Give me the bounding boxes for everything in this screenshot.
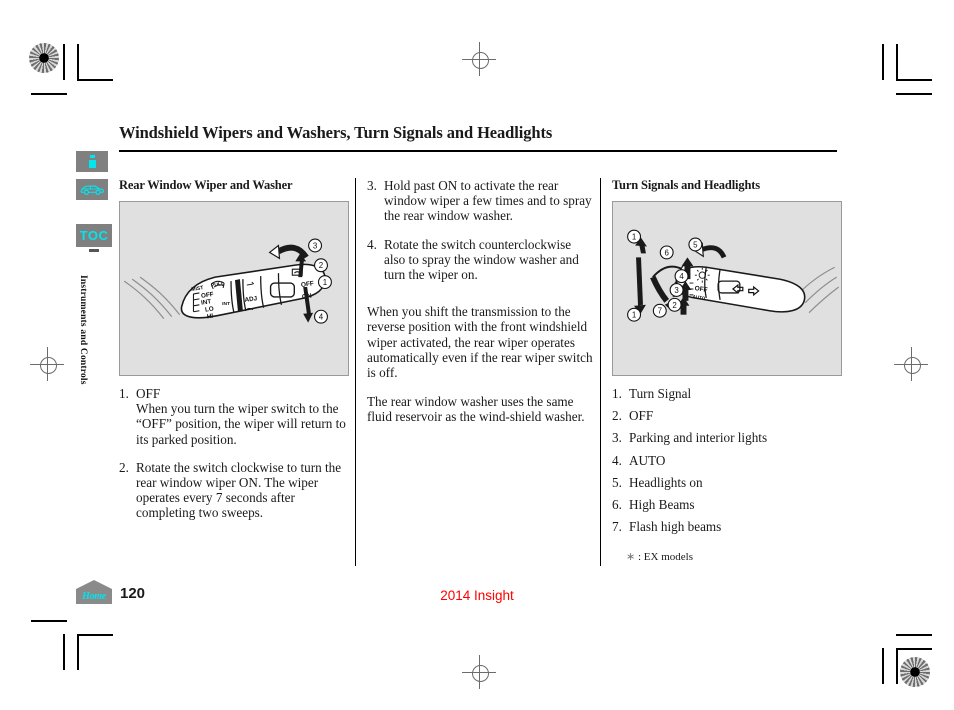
list-item: 3. Parking and interior lights — [612, 430, 842, 445]
svg-text:2: 2 — [672, 301, 676, 310]
column1-heading: Rear Window Wiper and Washer — [119, 178, 293, 192]
list-text: Rotate the switch clockwise to turn the … — [136, 459, 342, 521]
list-index: 2. — [612, 408, 622, 424]
crop-mark-bottom-right-corner-h — [896, 648, 932, 650]
crop-mark-top-right-lower-h — [896, 93, 932, 95]
list-text: AUTO — [629, 452, 666, 468]
crop-mark-top-left-lower-h — [31, 93, 67, 95]
list-text: High Beams — [629, 497, 695, 513]
svg-text:3: 3 — [313, 241, 318, 250]
registration-rosette-top-left — [29, 43, 59, 73]
title-divider — [119, 150, 837, 152]
list-index: 2. — [119, 459, 129, 475]
list-item: 5. Headlights on — [612, 475, 842, 490]
column-wiper-notes: 3. Hold past ON to activate the rear wind… — [367, 178, 595, 439]
list-text: Rotate the switch counterclockwise also … — [384, 236, 579, 283]
crop-mark-bottom-left-vertical — [63, 634, 65, 670]
svg-text:3: 3 — [674, 286, 679, 295]
list-item: 4. AUTO — [612, 453, 842, 468]
page-title: Windshield Wipers and Washers, Turn Sign… — [119, 123, 553, 142]
column3-list: 1. Turn Signal 2. OFF 3. Parking and interi… — [612, 386, 842, 534]
footnote-marker: ∗ — [626, 551, 636, 564]
svg-text:1: 1 — [323, 278, 327, 287]
registration-crosshair-bottom-center — [462, 655, 496, 689]
list-index: 5. — [612, 474, 622, 490]
svg-text:2: 2 — [319, 261, 323, 270]
model-year-line: 2014 Insight — [440, 588, 514, 603]
svg-text:4: 4 — [319, 313, 324, 322]
registration-crosshair-mid-right — [894, 347, 928, 381]
list-item: 3. Hold past ON to activate the rear wind… — [367, 178, 595, 224]
list-text: OFF — [629, 408, 654, 424]
sidebar-item-vehicle[interactable] — [76, 179, 108, 200]
column2-list: 3. Hold past ON to activate the rear wind… — [367, 178, 595, 282]
list-item: 4. Rotate the switch counterclockwise als… — [367, 237, 595, 283]
list-index: 1. — [119, 386, 129, 401]
list-item: 2. OFF — [612, 408, 842, 423]
list-index: 7. — [612, 519, 622, 535]
crop-mark-bottom-right-upper-h — [896, 634, 932, 636]
registration-crosshair-top-center — [462, 42, 496, 76]
crop-mark-top-right-corner-h — [896, 79, 932, 81]
crop-mark-bottom-left-upper-h — [31, 620, 67, 622]
column-turn-signals: Turn Signals and Headlights OFF AUTO 1 1… — [612, 178, 842, 563]
section-tab-label: Instruments and Controls — [78, 275, 88, 385]
svg-text:1: 1 — [632, 233, 636, 242]
footnote: ∗: EX models — [612, 550, 842, 563]
info-icon — [88, 155, 96, 168]
svg-text:1: 1 — [632, 311, 636, 320]
crop-mark-top-left-vertical — [63, 44, 65, 80]
car-icon — [80, 185, 104, 195]
registration-crosshair-mid-left — [30, 347, 64, 381]
column2-paragraph-2: The rear window washer uses the same flu… — [367, 394, 585, 425]
list-index: 1. — [612, 386, 622, 401]
column-divider-left — [355, 178, 356, 566]
crop-mark-top-left-corner-h — [77, 79, 113, 81]
list-index: 4. — [367, 236, 377, 252]
list-item: 2. Rotate the switch clockwise to turn th… — [119, 460, 349, 521]
sidebar: TOC — [76, 151, 112, 254]
list-item: 1. Turn Signal — [612, 386, 842, 401]
svg-text:6: 6 — [665, 248, 670, 257]
crop-mark-bottom-right-corner-v — [896, 648, 898, 684]
crop-mark-bottom-left-corner-v — [77, 634, 79, 670]
registration-rosette-bottom-right — [900, 657, 930, 687]
column2-paragraph-1: When you shift the transmission to the r… — [367, 304, 593, 381]
list-item: 7. Flash high beams — [612, 519, 842, 534]
column3-heading: Turn Signals and Headlights — [612, 178, 760, 192]
column1-list: 1. OFF When you turn the wiper switch to … — [119, 386, 349, 521]
list-index: 3. — [612, 430, 622, 446]
svg-text:AUTO: AUTO — [692, 294, 706, 301]
list-text: Hold past ON to activate the rear window… — [384, 178, 592, 224]
list-text: OFF When you turn the wiper switch to th… — [136, 386, 346, 447]
turn-signal-headlight-stalk-figure: OFF AUTO 1 1 6 7 5 4 3 2 — [612, 201, 842, 376]
toc-label: TOC — [79, 228, 109, 243]
list-index: 4. — [612, 452, 622, 468]
list-item: 1. OFF When you turn the wiper switch to … — [119, 386, 349, 447]
list-item: 6. High Beams — [612, 497, 842, 512]
svg-text:7: 7 — [658, 307, 662, 316]
list-text: Turn Signal — [629, 386, 692, 401]
list-text: Flash high beams — [629, 519, 722, 535]
column-rear-wiper: Rear Window Wiper and Washer MIST PULL O… — [119, 178, 349, 534]
list-index: 3. — [367, 178, 377, 193]
crop-mark-top-right-corner-v — [896, 44, 898, 80]
svg-text:4: 4 — [679, 272, 684, 281]
crop-mark-top-left-corner-v — [77, 44, 79, 80]
rear-window-wiper-stalk-figure: MIST PULL OFF INT LO HI ADJ OFF ON INT — [119, 201, 349, 376]
list-index: 6. — [612, 497, 622, 513]
svg-text:INT: INT — [222, 301, 230, 307]
list-text: Parking and interior lights — [629, 430, 768, 446]
list-text: Headlights on — [629, 474, 703, 490]
column-divider-right — [600, 178, 601, 566]
sidebar-item-info[interactable] — [76, 151, 108, 172]
crop-mark-bottom-right-vertical — [882, 648, 884, 684]
svg-text:5: 5 — [693, 240, 698, 249]
crop-mark-top-right-vertical — [882, 44, 884, 80]
sidebar-item-toc[interactable]: TOC — [76, 224, 112, 252]
footnote-text: : EX models — [638, 551, 693, 564]
crop-mark-bottom-left-corner-h — [77, 634, 113, 636]
